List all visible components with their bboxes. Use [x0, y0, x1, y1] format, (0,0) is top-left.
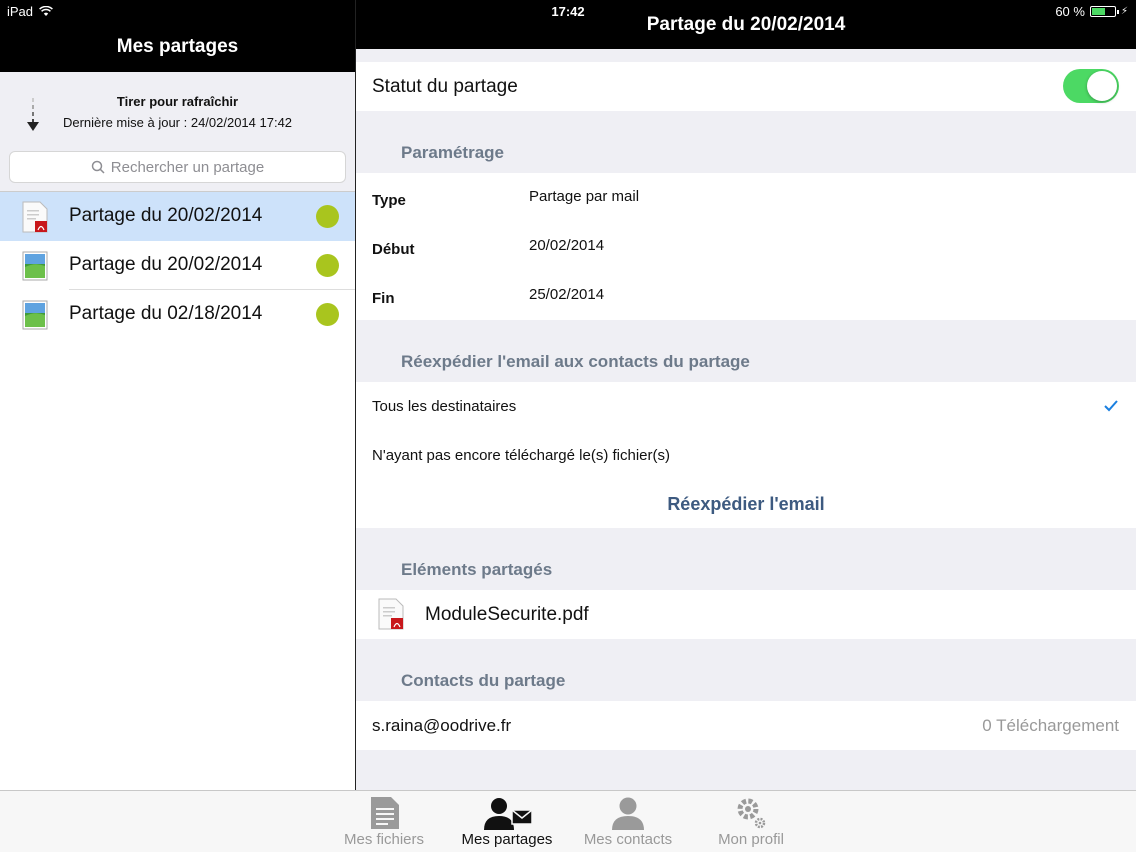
download-count: 0 Téléchargement [982, 716, 1119, 735]
resend-button-label: Réexpédier l'email [667, 494, 825, 514]
setting-value: Partage par mail [529, 188, 640, 205]
tab-label: Mes fichiers [343, 831, 425, 848]
refresh-title: Tirer pour rafraîchir [116, 94, 239, 109]
clock: 17:42 [551, 4, 585, 19]
last-update-text: Dernière mise à jour : 24/02/2014 17:42 [62, 115, 293, 130]
search-icon [91, 160, 105, 174]
contact-row[interactable]: s.raina@oodrive.fr 0 Téléchargement [356, 701, 1136, 750]
setting-key: Type [372, 192, 406, 209]
checkmark-icon [1104, 400, 1118, 412]
battery-icon [1089, 6, 1119, 17]
section-title: Contacts du partage [401, 671, 566, 690]
section-title: Paramétrage [401, 143, 505, 162]
list-item[interactable]: Partage du 20/02/2014 [0, 241, 355, 290]
user-mail-icon [484, 798, 533, 830]
image-file-icon [22, 251, 48, 281]
resend-email-button[interactable]: Réexpédier l'email [356, 480, 1136, 528]
gear-icon [737, 798, 766, 829]
settings-section-header: Paramétrage [356, 111, 1136, 173]
detail-panel: Partage du 20/02/2014 Statut du partage … [356, 0, 1136, 790]
setting-key: Début [372, 241, 415, 258]
resend-group: Tous les destinataires N'ayant pas encor… [356, 382, 1136, 528]
section-title: Eléments partagés [401, 560, 553, 579]
setting-value: 25/02/2014 [529, 286, 605, 303]
pdf-file-icon [22, 201, 48, 233]
file-name: ModuleSecurite.pdf [425, 604, 589, 625]
master-title: Mes partages [116, 36, 239, 57]
setting-key: Fin [372, 290, 395, 307]
resend-option-all[interactable]: Tous les destinataires [356, 382, 1136, 431]
option-label: N'ayant pas encore téléchargé le(s) fich… [372, 447, 670, 464]
list-item-label: Partage du 20/02/2014 [69, 205, 263, 226]
toggle-knob [1087, 71, 1117, 101]
status-bar: iPad 17:42 60 % ⚡ [0, 0, 1136, 24]
contact-email: s.raina@oodrive.fr [372, 716, 512, 735]
shared-file-row[interactable]: ModuleSecurite.pdf [356, 590, 1136, 639]
status-dot [316, 205, 339, 228]
settings-group: Type Partage par mail Début 20/02/2014 F… [356, 173, 1136, 320]
document-icon [371, 797, 399, 829]
status-label: Statut du partage [372, 76, 518, 97]
list-item[interactable]: Partage du 20/02/2014 [0, 192, 355, 241]
resend-section-header: Réexpédier l'email aux contacts du parta… [356, 320, 1136, 382]
status-row: Statut du partage [356, 62, 1136, 111]
list-item-label: Partage du 02/18/2014 [69, 303, 263, 324]
resend-option-pending[interactable]: N'ayant pas encore téléchargé le(s) fich… [356, 431, 1136, 480]
pdf-file-icon [378, 598, 404, 630]
option-label: Tous les destinataires [372, 398, 517, 415]
tab-mes-partages[interactable]: Mes partages [452, 791, 562, 853]
master-panel: Mes partages Tirer pour rafraîchir Derni… [0, 0, 356, 790]
tab-mes-contacts[interactable]: Mes contacts [573, 791, 683, 853]
tab-label: Mes contacts [583, 831, 673, 848]
tab-mes-fichiers[interactable]: Mes fichiers [329, 791, 439, 853]
status-dot [316, 303, 339, 326]
user-icon [612, 797, 644, 830]
shared-section-header: Eléments partagés [356, 528, 1136, 590]
section-title: Réexpédier l'email aux contacts du parta… [401, 352, 750, 371]
list-item-label: Partage du 20/02/2014 [69, 254, 263, 275]
status-dot [316, 254, 339, 277]
status-toggle[interactable] [1063, 69, 1119, 103]
charging-icon: ⚡ [1120, 6, 1128, 17]
tab-mon-profil[interactable]: Mon profil [696, 791, 806, 853]
search-input[interactable]: Rechercher un partage [9, 151, 346, 183]
search-placeholder: Rechercher un partage [110, 158, 265, 176]
tab-label: Mes partages [461, 831, 553, 848]
battery-percent: 60 % [1055, 4, 1085, 19]
image-file-icon [22, 300, 48, 330]
share-list: Partage du 20/02/2014 Partage du 20/02/2… [0, 192, 355, 339]
tab-label: Mon profil [718, 831, 784, 848]
search-bar: Rechercher un partage [0, 145, 355, 192]
setting-value: 20/02/2014 [529, 237, 605, 254]
list-item[interactable]: Partage du 02/18/2014 [0, 290, 355, 339]
contacts-section-header: Contacts du partage [356, 639, 1136, 701]
pull-to-refresh[interactable]: Tirer pour rafraîchir Dernière mise à jo… [0, 72, 355, 145]
tab-bar: Mes fichiers Mes partages Mes contacts M… [0, 790, 1136, 852]
